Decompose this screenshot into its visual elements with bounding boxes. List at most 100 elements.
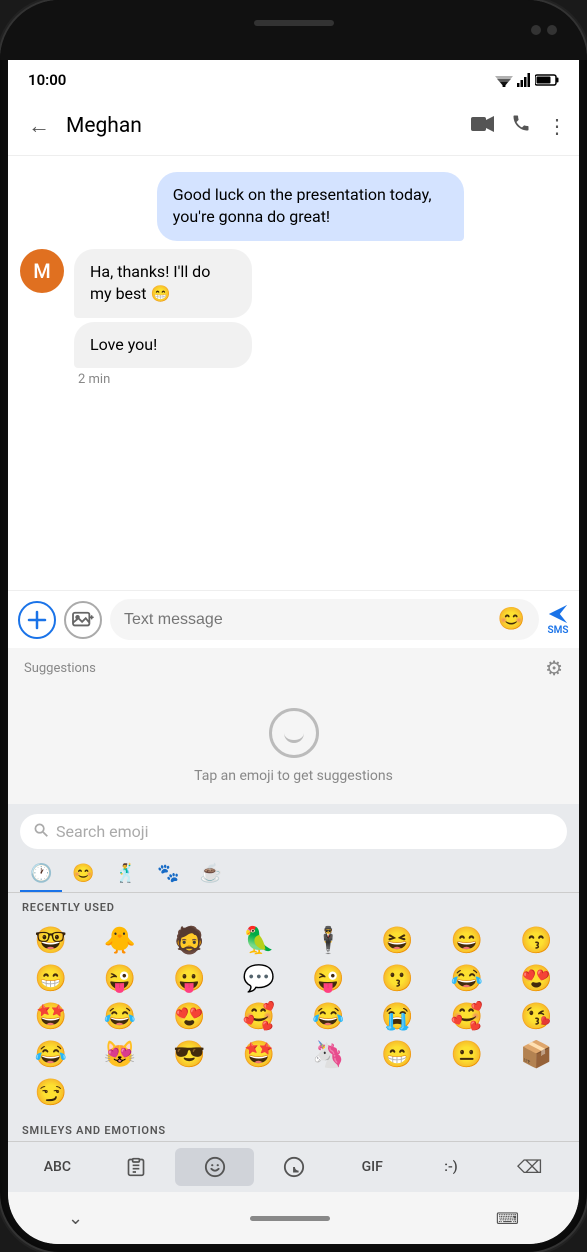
emoji-tongue-wink[interactable]: 😜 bbox=[85, 960, 154, 998]
recently-used-grid: 🤓 🐥 🧔 🦜 🕴 😆 😄 😙 😁 😜 😛 💬 😜 😗 😂 😍 🤩 😂 😍 bbox=[8, 918, 579, 1116]
nav-bar: ⌄ ⌨ bbox=[8, 1192, 579, 1244]
emoji-search-row: Search emoji bbox=[8, 804, 579, 855]
messages-area: Good luck on the presentation today, you… bbox=[8, 156, 579, 590]
emoji-cat-heart[interactable]: 😻 bbox=[85, 1036, 154, 1074]
phone-call-button[interactable] bbox=[511, 113, 531, 138]
recently-used-label: RECENTLY USED bbox=[8, 893, 579, 918]
nav-keyboard-button[interactable]: ⌨ bbox=[496, 1209, 519, 1228]
status-time: 10:00 bbox=[28, 71, 66, 89]
abc-button[interactable]: ABC bbox=[18, 1151, 97, 1183]
phone-frame: 10:00 bbox=[0, 0, 587, 1252]
emoji-search-box[interactable]: Search emoji bbox=[20, 814, 567, 849]
gif-button[interactable]: GIF bbox=[333, 1151, 412, 1183]
avatar: M bbox=[20, 249, 64, 293]
tab-animals[interactable]: 🐾 bbox=[147, 855, 189, 892]
contact-name: Meghan bbox=[66, 114, 471, 138]
emoji-keyboard: Search emoji 🕐 😊 🕺 🐾 ☕ RECENTLY USED 🤓 🐥… bbox=[8, 804, 579, 1192]
backspace-button[interactable]: ⌫ bbox=[490, 1149, 569, 1186]
emoji-heart-eyes[interactable]: 😍 bbox=[502, 960, 571, 998]
sent-message-1: Good luck on the presentation today, you… bbox=[157, 172, 465, 241]
emoji-neutral[interactable]: 😐 bbox=[432, 1036, 501, 1074]
text-input-wrap[interactable]: 😊 bbox=[110, 599, 539, 640]
emoji-smile[interactable]: 😙 bbox=[502, 922, 571, 960]
tab-smileys[interactable]: 😊 bbox=[62, 855, 104, 892]
emoji-star-eyes[interactable]: 🤩 bbox=[16, 998, 85, 1036]
send-sms-button[interactable]: SMS bbox=[547, 603, 569, 636]
emoji-unicorn[interactable]: 🦄 bbox=[294, 1036, 363, 1074]
emoji-sob[interactable]: 😭 bbox=[363, 998, 432, 1036]
emoji-sparkle-heart[interactable]: 🥰 bbox=[224, 998, 293, 1036]
emoji-xd[interactable]: 😆 bbox=[363, 922, 432, 960]
emoji-parrot[interactable]: 🦜 bbox=[224, 922, 293, 960]
front-sensor bbox=[547, 25, 557, 35]
received-message-group: M Ha, thanks! I'll do my best 😁 Love you… bbox=[20, 249, 567, 387]
emoji-happy[interactable]: 😄 bbox=[432, 922, 501, 960]
keyboard-toolbar: ABC bbox=[8, 1141, 579, 1192]
sms-label: SMS bbox=[548, 625, 569, 636]
clipboard-button[interactable] bbox=[97, 1149, 176, 1185]
emoji-box[interactable]: 📦 bbox=[502, 1036, 571, 1074]
smiley-face-icon bbox=[269, 708, 319, 758]
tap-emoji-hint: Tap an emoji to get suggestions bbox=[194, 768, 393, 784]
nav-home-indicator[interactable] bbox=[250, 1216, 330, 1221]
phone-notch bbox=[0, 0, 587, 60]
emoji-star2[interactable]: 🤩 bbox=[224, 1036, 293, 1074]
received-bubbles: Ha, thanks! I'll do my best 😁 Love you! … bbox=[74, 249, 311, 387]
more-options-button[interactable]: ⋮ bbox=[547, 114, 567, 138]
text-shortcut-button[interactable]: :-) bbox=[412, 1151, 491, 1183]
emoji-dancer[interactable]: 🕴 bbox=[294, 922, 363, 960]
app-bar-actions: ⋮ bbox=[471, 113, 567, 138]
received-bubble-1: Ha, thanks! I'll do my best 😁 bbox=[74, 249, 252, 318]
wifi-icon bbox=[495, 73, 513, 87]
emoji-grin[interactable]: 😁 bbox=[16, 960, 85, 998]
signal-icon bbox=[517, 73, 531, 87]
tab-recent[interactable]: 🕐 bbox=[20, 855, 62, 892]
tab-people[interactable]: 🕺 bbox=[105, 855, 147, 892]
emoji-bubble[interactable]: 💬 bbox=[224, 960, 293, 998]
emoji-category-tabs: 🕐 😊 🕺 🐾 ☕ bbox=[8, 855, 579, 893]
emoji-smirk[interactable]: 😏 bbox=[16, 1074, 85, 1112]
emoji-chick[interactable]: 🐥 bbox=[85, 922, 154, 960]
emoji-kiss2[interactable]: 😘 bbox=[502, 998, 571, 1036]
emoji-keyboard-button[interactable] bbox=[175, 1148, 254, 1186]
battery-icon bbox=[535, 74, 559, 86]
emoji-picker-button[interactable]: 😊 bbox=[498, 607, 525, 632]
front-camera bbox=[531, 25, 541, 35]
back-button[interactable]: ← bbox=[20, 109, 58, 143]
received-bubble-2: Love you! bbox=[74, 322, 252, 368]
emoji-heart2[interactable]: 🥰 bbox=[432, 998, 501, 1036]
emoji-kiss[interactable]: 😗 bbox=[363, 960, 432, 998]
search-icon bbox=[34, 822, 48, 841]
phone-screen: 10:00 bbox=[8, 60, 579, 1244]
emoji-wink[interactable]: 😜 bbox=[294, 960, 363, 998]
emoji-sunglasses[interactable]: 😎 bbox=[155, 1036, 224, 1074]
tab-food[interactable]: ☕ bbox=[190, 855, 232, 892]
emoji-beard[interactable]: 🧔 bbox=[155, 922, 224, 960]
image-button[interactable] bbox=[64, 601, 102, 639]
speaker bbox=[254, 20, 334, 26]
input-area: 😊 SMS bbox=[8, 590, 579, 648]
emoji-nerd[interactable]: 🤓 bbox=[16, 922, 85, 960]
emoji-suggestions-content: Tap an emoji to get suggestions bbox=[8, 688, 579, 804]
smileys-label: SMILEYS AND EMOTIONS bbox=[8, 1116, 579, 1141]
emoji-laugh4[interactable]: 😂 bbox=[16, 1036, 85, 1074]
status-icons bbox=[495, 73, 559, 87]
sticker-button[interactable] bbox=[254, 1148, 333, 1186]
message-input[interactable] bbox=[124, 611, 490, 629]
emoji-beam[interactable]: 😁 bbox=[363, 1036, 432, 1074]
emoji-tongue[interactable]: 😛 bbox=[155, 960, 224, 998]
add-button[interactable] bbox=[18, 601, 56, 639]
emoji-tears[interactable]: 😂 bbox=[432, 960, 501, 998]
suggestions-bar: Suggestions ⚙ bbox=[8, 648, 579, 688]
status-bar: 10:00 bbox=[8, 60, 579, 96]
suggestions-label: Suggestions bbox=[24, 661, 96, 676]
video-call-button[interactable] bbox=[471, 114, 495, 138]
suggestions-settings-button[interactable]: ⚙ bbox=[545, 656, 563, 680]
message-time: 2 min bbox=[74, 372, 311, 387]
emoji-search-input[interactable]: Search emoji bbox=[56, 822, 148, 841]
app-bar: ← Meghan ⋮ bbox=[8, 96, 579, 156]
nav-back-button[interactable]: ⌄ bbox=[68, 1208, 83, 1229]
emoji-heart-eyes2[interactable]: 😍 bbox=[155, 998, 224, 1036]
emoji-laugh3[interactable]: 😂 bbox=[294, 998, 363, 1036]
emoji-crying-laugh[interactable]: 😂 bbox=[85, 998, 154, 1036]
